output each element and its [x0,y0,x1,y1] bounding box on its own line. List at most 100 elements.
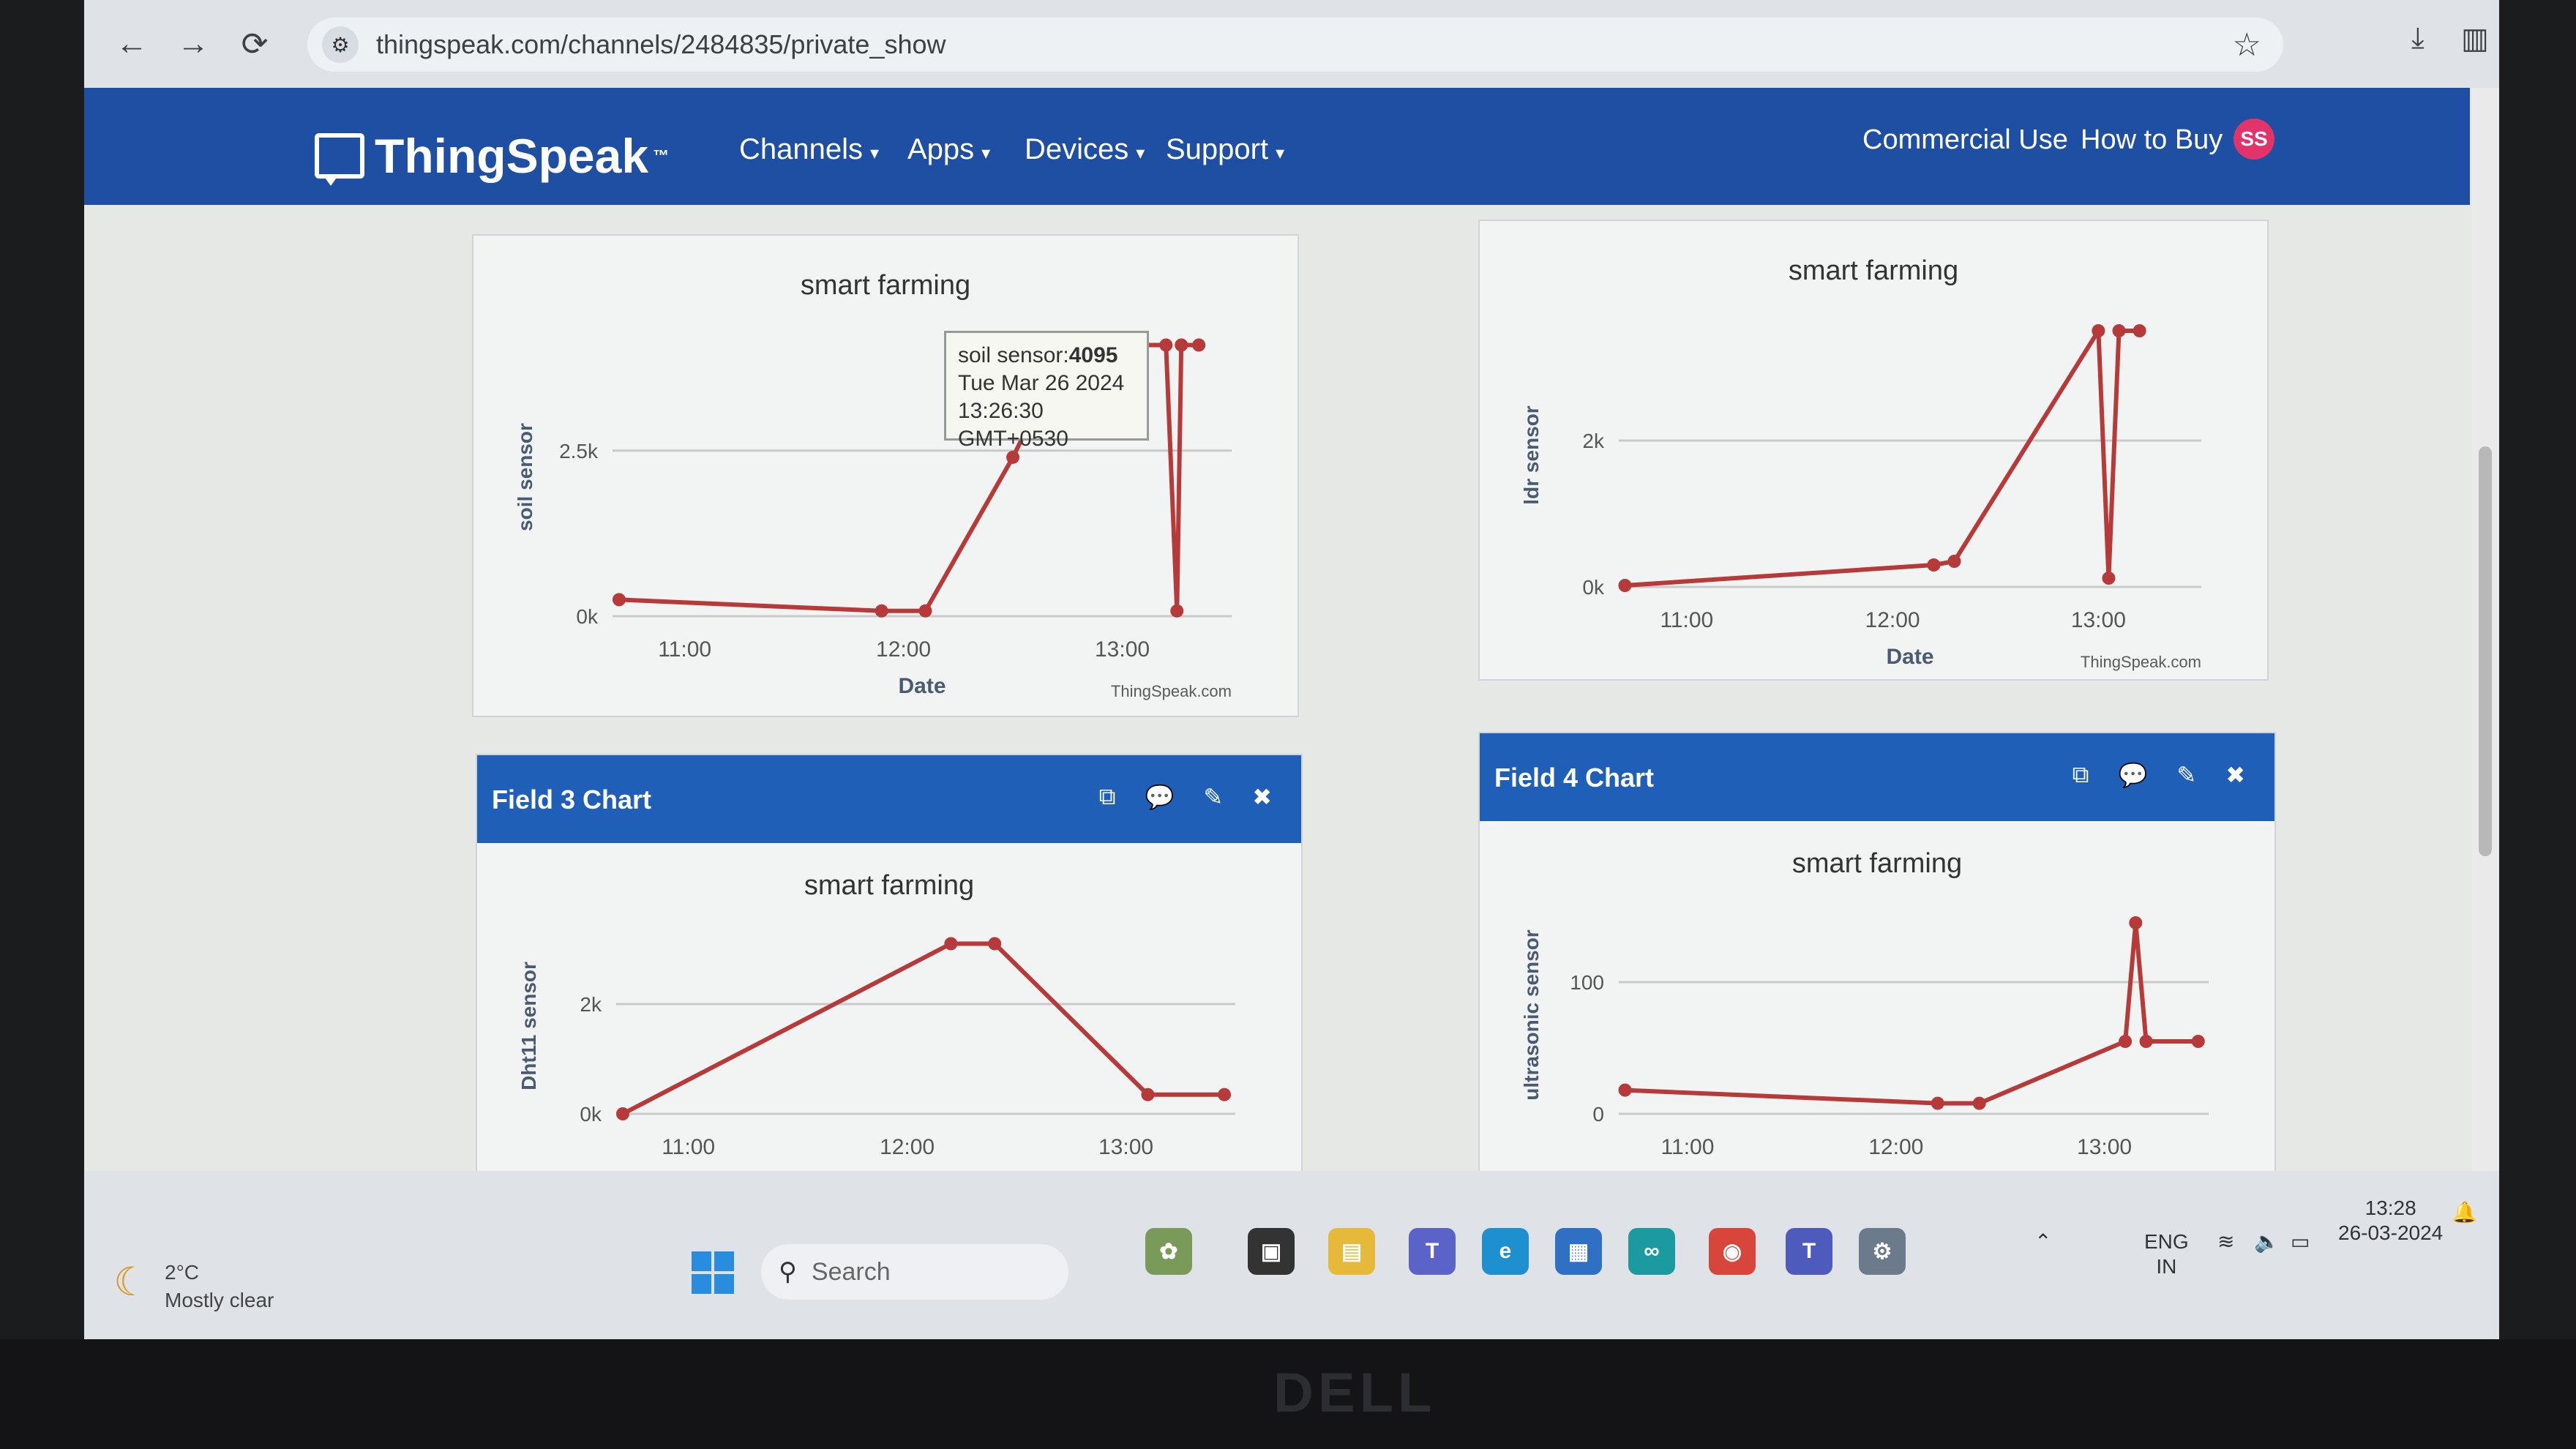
edit-pencil-icon[interactable]: ✎ [2176,761,2196,789]
y-axis-label: soil sensor [514,423,536,531]
data-point [2191,1035,2205,1048]
close-icon[interactable]: ✖ [1252,783,1272,811]
menu-channels-label: Channels [739,133,864,165]
volume-icon[interactable]: 🔈 [2254,1229,2280,1254]
task-view-icon[interactable]: ▣ [1248,1228,1295,1275]
y-axis-label: Dht11 sensor [517,962,540,1090]
windows-start-icon[interactable] [692,1251,734,1294]
search-icon: ⚲ [779,1258,797,1286]
site-settings-icon[interactable]: ⚙ [322,26,359,63]
comment-icon[interactable]: 💬 [1145,783,1175,811]
clock-date: 26-03-2024 [2338,1221,2444,1244]
data-point [1927,558,1941,572]
chart-title: smart farming [801,270,970,301]
bookmark-star-icon[interactable]: ☆ [2233,26,2261,64]
thingspeak-navbar: ThingSpeak ™ Channels ▾ Apps ▾ Devices ▾ Sup… [84,88,2470,205]
data-point [2119,1035,2133,1048]
tooltip-value: 4095 [1068,343,1118,367]
field1-chart-panel: smart farming 0k 2.5k 11:00 12:00 13:00 Date so… [472,234,1299,717]
y-tick-label: 0k [1582,576,1605,599]
tooltip-time: 13:26:30 GMT+0530 [958,399,1068,451]
data-point [1192,338,1206,352]
menu-devices[interactable]: Devices ▾ [1025,133,1145,166]
notification-bell-icon[interactable]: 🔔 [2452,1200,2477,1225]
teams-app-icon[interactable]: T [1409,1228,1456,1275]
chart-title: smart farming [804,870,974,901]
data-point [2139,1035,2153,1048]
reload-icon[interactable]: ⟳ [229,18,280,70]
arduino-app-icon[interactable]: ∞ [1628,1228,1675,1275]
tooltip-label: soil sensor: [958,343,1069,367]
how-to-buy-link[interactable]: How to Buy [2081,124,2223,156]
data-point [1931,1096,1944,1110]
thingspeak-logo[interactable]: ThingSpeak ™ [315,128,669,186]
data-point [2129,916,2143,929]
comment-icon[interactable]: 💬 [2119,761,2148,789]
x-axis-label: Date [898,674,946,698]
teams-work-icon[interactable]: T [1786,1228,1832,1275]
x-axis-label: Date [1886,645,1933,669]
menu-apps[interactable]: Apps ▾ [907,133,990,166]
caret-down-icon: ▾ [1136,143,1145,163]
x-tick-label: 13:00 [2071,608,2126,632]
user-avatar[interactable]: SS [2234,119,2274,160]
menu-support[interactable]: Support ▾ [1166,133,1284,166]
tray-chevron-up-icon[interactable]: ⌃ [2034,1229,2051,1254]
weather-widget[interactable]: 2°C Mostly clear [165,1259,274,1314]
edge-browser-icon[interactable]: e [1482,1228,1529,1275]
field2-chart-panel: smart farming 0k 2k 11:00 12:00 13:00 Date ldr … [1478,220,2269,681]
field3-title: Field 3 Chart [492,785,652,815]
address-bar[interactable]: ⚙ thingspeak.com/channels/2484835/privat… [307,18,2283,72]
sidepanel-icon[interactable]: ▥ [2461,22,2489,56]
clock[interactable]: 13:28 26-03-2024 [2338,1196,2443,1246]
ldr-sensor-chart: smart farming 0k 2k 11:00 12:00 13:00 Date ldr … [1480,228,2267,682]
series-line [1625,329,2140,588]
open-external-icon[interactable]: ⧉ [1099,783,1116,811]
file-explorer-icon[interactable]: ▤ [1328,1228,1375,1275]
x-tick-label: 11:00 [662,1135,715,1159]
data-point [615,1107,629,1120]
commercial-use-link[interactable]: Commercial Use [1862,124,2068,156]
language-indicator[interactable]: ENG IN [2144,1229,2189,1279]
y-tick-label: 0k [580,1103,602,1126]
settings-gear-icon[interactable]: ⚙ [1859,1228,1906,1275]
series-line [1625,921,2198,1106]
x-tick-label: 13:00 [2077,1135,2132,1159]
url-text[interactable]: thingspeak.com/channels/2484835/private_… [376,29,946,60]
windows-taskbar: ☾ 2°C Mostly clear ⚲ Search ✿ ▣ ▤ T e ▦ … [84,1171,2499,1339]
logo-text: ThingSpeak [375,129,649,183]
x-tick-label: 11:00 [1661,1135,1715,1159]
data-point [1972,1096,1986,1110]
y-tick-label: 2k [580,993,602,1016]
chart-tooltip: soil sensor:4095 Tue Mar 26 2024 13:26:3… [944,331,1149,451]
page-scrollbar[interactable] [2471,88,2499,1171]
data-point [1170,604,1184,618]
y-tick-label: 100 [1570,971,1604,994]
wifi-icon[interactable]: ≋ [2217,1229,2234,1254]
battery-icon[interactable]: ▭ [2291,1229,2310,1254]
menu-channels[interactable]: Channels ▾ [739,133,879,166]
field3-actions: ⧉ 💬 ✎ ✖ [1099,783,1272,811]
moon-weather-icon: ☾ [113,1260,149,1304]
series-line [621,941,1225,1116]
chrome-browser-icon[interactable]: ◉ [1709,1228,1756,1275]
data-point [1141,1087,1155,1101]
scroll-thumb[interactable] [2479,446,2492,856]
field3-chart-panel: Field 3 Chart ⧉ 💬 ✎ ✖ smart farming 0k 2k 1… [476,754,1303,1208]
caret-down-icon: ▾ [1276,143,1285,163]
store-app-icon[interactable]: ▦ [1555,1228,1602,1275]
taskbar-search[interactable]: ⚲ Search [761,1244,1068,1300]
open-external-icon[interactable]: ⧉ [2073,761,2089,789]
browser-toolbar: ← → ⟳ ⚙ thingspeak.com/channels/2484835/… [84,0,2499,88]
close-icon[interactable]: ✖ [2225,761,2245,789]
download-icon[interactable]: ⤓ [2411,22,2425,55]
widgets-app-icon[interactable]: ✿ [1145,1228,1192,1275]
data-point [1175,338,1188,352]
data-point [918,604,932,618]
data-point [1947,555,1961,568]
forward-icon[interactable]: → [168,18,219,70]
data-point [1218,1087,1232,1101]
edit-pencil-icon[interactable]: ✎ [1203,783,1223,811]
clock-time: 13:28 [2365,1197,2416,1219]
back-icon[interactable]: ← [106,18,157,70]
